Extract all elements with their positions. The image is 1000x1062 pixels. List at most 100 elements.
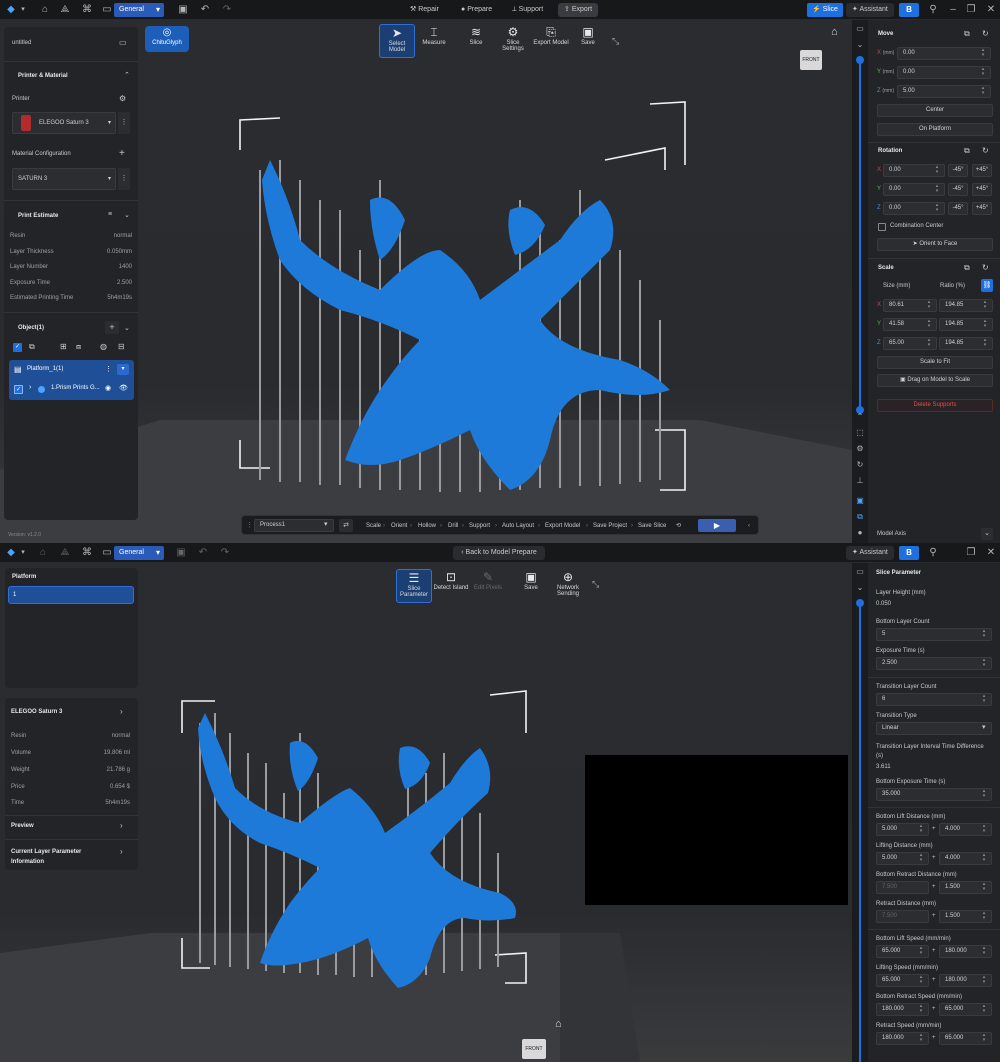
- avatar[interactable]: B: [899, 3, 919, 17]
- palette-icon[interactable]: ◍: [100, 342, 107, 351]
- tab-export[interactable]: ⇪ Export: [558, 3, 599, 17]
- maximize-icon[interactable]: ❐: [964, 546, 978, 560]
- group-icon[interactable]: ⧉: [29, 342, 35, 352]
- move-reset-icon[interactable]: ↻: [982, 29, 989, 38]
- material-more-icon[interactable]: ⋮: [118, 168, 130, 190]
- panel-icon[interactable]: ▭: [855, 24, 865, 34]
- assistant-button[interactable]: ✦ Assistant: [846, 3, 894, 17]
- lifting-distance-b-input[interactable]: 4.000: [939, 852, 992, 865]
- target-icon[interactable]: ◉: [105, 384, 111, 392]
- tool-select-model[interactable]: ➤ Select Model: [379, 24, 415, 58]
- rot-z-plus45[interactable]: +45°: [972, 202, 992, 215]
- step-drill[interactable]: Drill: [448, 516, 458, 534]
- maximize-icon[interactable]: ❐: [964, 3, 978, 17]
- printer-more-icon[interactable]: ⋮: [118, 112, 130, 134]
- slider-top-handle[interactable]: [856, 599, 864, 607]
- duplicate-icon[interactable]: ⧈: [76, 342, 81, 352]
- drag-handle-icon[interactable]: ⋮: [246, 516, 253, 536]
- tool-edit-pixels[interactable]: ✎ Edit Pixels: [470, 569, 506, 603]
- redo-icon[interactable]: ↷: [220, 3, 234, 17]
- mode-dropdown[interactable]: General: [114, 3, 164, 17]
- scale-y-ratio[interactable]: 194.85: [939, 318, 993, 331]
- scale-z-ratio[interactable]: 194.85: [939, 337, 993, 350]
- platform-more-icon[interactable]: ⋮: [105, 365, 112, 373]
- mode-dropdown[interactable]: General: [114, 546, 164, 560]
- minimize-icon[interactable]: –: [946, 3, 960, 17]
- undo-icon[interactable]: ↶: [198, 3, 212, 17]
- layout-icon[interactable]: ⊞: [60, 342, 67, 351]
- rot-x-plus45[interactable]: +45°: [972, 164, 992, 177]
- scale-x-size[interactable]: 80.61: [883, 299, 937, 312]
- tree-icon[interactable]: ⟁: [58, 546, 72, 560]
- network-icon[interactable]: ⌘: [80, 3, 94, 17]
- rot-z-input[interactable]: 0.00: [883, 202, 945, 215]
- transition-type-select[interactable]: Linear: [876, 722, 992, 735]
- assistant-button[interactable]: ✦ Assistant: [846, 546, 894, 560]
- tab-support[interactable]: ⟂ Support: [506, 3, 549, 17]
- process-chevron-icon[interactable]: ▾: [324, 520, 328, 528]
- model-axis-toggle-icon[interactable]: ⌄: [981, 528, 993, 540]
- bottom-retract-b-input[interactable]: 1.500: [939, 881, 992, 894]
- move-copy-icon[interactable]: ⧉: [964, 29, 970, 39]
- retract-speed-b-input[interactable]: 65.000: [939, 1032, 992, 1045]
- cube-icon[interactable]: ⬚: [855, 428, 865, 438]
- step-export-model[interactable]: Export Model: [545, 516, 580, 534]
- move-y-input[interactable]: 0.00: [897, 66, 991, 79]
- home-icon[interactable]: ⌂: [36, 546, 50, 560]
- tool-slice[interactable]: ≋ Slice: [458, 24, 494, 58]
- platform-list-item[interactable]: 1: [8, 586, 134, 604]
- rotate-icon[interactable]: ↻: [855, 460, 865, 470]
- lifting-speed-a-input[interactable]: 65.000: [876, 974, 929, 987]
- chevron-right-icon[interactable]: ›: [120, 707, 123, 716]
- platform-item[interactable]: ▤ Platform_1(1) ⋮ ▾ ✓ › 1.Prism Prints G…: [9, 360, 134, 400]
- monitor-icon[interactable]: ▭: [100, 3, 114, 17]
- pin-icon[interactable]: ⚲: [926, 3, 940, 17]
- chevron-down-icon[interactable]: ⌄: [124, 211, 130, 219]
- settings-icon[interactable]: ⚙: [855, 444, 865, 454]
- close-icon[interactable]: ✕: [984, 546, 998, 560]
- scale-y-size[interactable]: 41.58: [883, 318, 937, 331]
- chevron-up-icon[interactable]: ⌃: [124, 71, 130, 79]
- collapse-icon[interactable]: ⌄: [855, 583, 865, 593]
- tree-icon[interactable]: ⟁: [58, 3, 72, 17]
- chevron-right-icon[interactable]: ›: [29, 384, 31, 391]
- bottom-lift-speed-a-input[interactable]: 65.000: [876, 945, 929, 958]
- on-platform-button[interactable]: On Platform: [877, 123, 993, 136]
- step-hollow[interactable]: Hollow: [418, 516, 436, 534]
- bottom-lift-speed-b-input[interactable]: 180.000: [939, 945, 992, 958]
- orient-to-face-button[interactable]: ➤ Orient to Face: [877, 238, 993, 251]
- close-bar-icon[interactable]: ‹: [748, 516, 750, 534]
- current-layer-label[interactable]: Current Layer Parameter Information: [11, 847, 81, 867]
- step-save-project[interactable]: Save Project: [593, 516, 627, 534]
- lock-ratio-icon[interactable]: ⛓: [981, 279, 993, 292]
- step-auto-layout[interactable]: Auto Layout: [502, 516, 534, 534]
- bottom-lift-b-input[interactable]: 4.000: [939, 823, 992, 836]
- process-select[interactable]: Process1: [254, 519, 334, 532]
- bottom-retract-speed-a-input[interactable]: 180.000: [876, 1003, 929, 1016]
- tool-measure[interactable]: ⌶ Measure: [416, 24, 452, 58]
- platform-expand-icon[interactable]: ▾: [117, 364, 129, 375]
- rot-y-plus45[interactable]: +45°: [972, 183, 992, 196]
- preview-label[interactable]: Preview: [11, 823, 34, 829]
- chevron-right-icon[interactable]: ›: [120, 847, 123, 856]
- rot-y-minus45[interactable]: -45°: [948, 183, 968, 196]
- slice-button[interactable]: ⚡ Slice: [807, 3, 843, 17]
- save-icon[interactable]: ▣: [176, 3, 190, 17]
- step-scale[interactable]: Scale: [366, 516, 381, 534]
- panel-icon[interactable]: ▭: [855, 567, 865, 577]
- dot-icon[interactable]: ●: [855, 528, 865, 538]
- step-orient[interactable]: Orient: [391, 516, 407, 534]
- rot-x-minus45[interactable]: -45°: [948, 164, 968, 177]
- select-all-checkbox[interactable]: ✓: [13, 343, 22, 352]
- pattern-icon[interactable]: ⧉: [855, 512, 865, 522]
- retract-distance-b-input[interactable]: 1.500: [939, 910, 992, 923]
- delete-supports-button[interactable]: Delete Supports: [877, 399, 993, 412]
- printer-settings-icon[interactable]: ⚙: [119, 94, 126, 103]
- bottom-exposure-input[interactable]: 35.000: [876, 788, 992, 801]
- tab-prepare[interactable]: ● Prepare: [455, 3, 498, 17]
- bottom-layer-count-input[interactable]: 5: [876, 628, 992, 641]
- exposure-time-input[interactable]: 2.500: [876, 657, 992, 670]
- collapse-toolbar-icon[interactable]: ⤡: [612, 36, 619, 47]
- view-cube[interactable]: FRONT: [522, 1039, 546, 1059]
- step-save-slice[interactable]: Save Slice: [638, 516, 666, 534]
